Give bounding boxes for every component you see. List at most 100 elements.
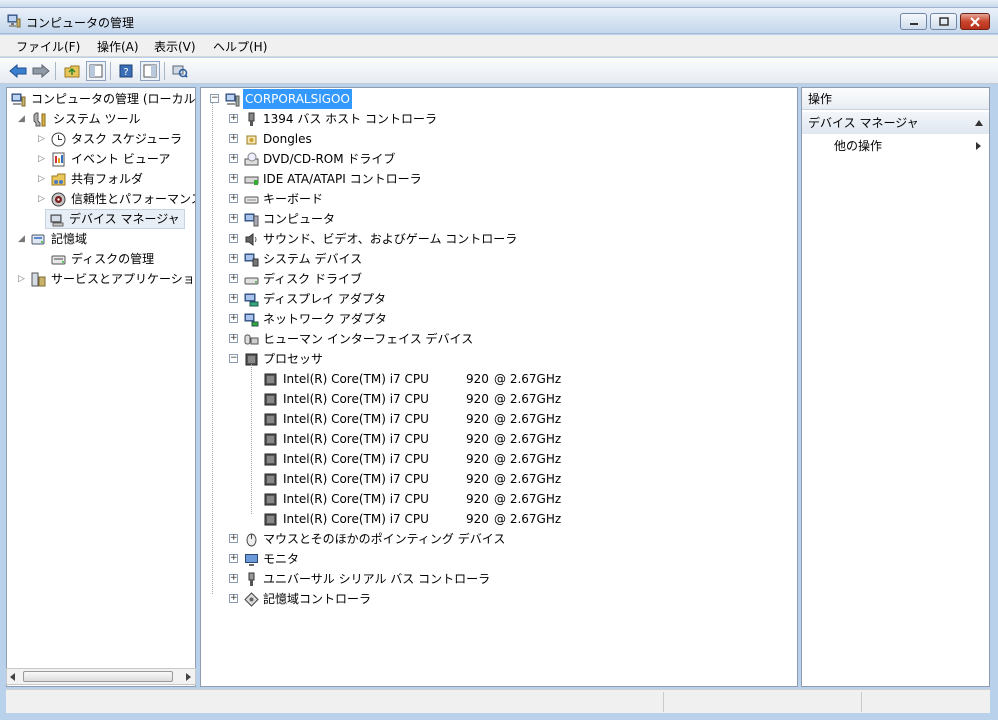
processor-speed: @ 2.67GHz [494,432,562,446]
collapse-minus-icon[interactable]: − [229,354,238,363]
expand-plus-icon[interactable]: + [229,154,238,163]
menu-view[interactable]: 表示(V) [154,38,196,55]
processor-icon [264,393,277,406]
show-hide-tree-button[interactable] [86,61,106,81]
expand-plus-icon[interactable]: + [229,574,238,583]
expand-plus-icon[interactable]: + [229,194,238,203]
expand-plus-icon[interactable]: + [229,134,238,143]
processor-item[interactable]: Intel(R) Core(TM) i7 CPU 920 @ 2.67GHz [203,409,763,429]
processor-item[interactable]: Intel(R) Core(TM) i7 CPU 920 @ 2.67GHz [203,429,763,449]
display-adapter-icon [244,293,259,307]
collapse-up-icon[interactable] [975,120,983,126]
speaker-icon [245,233,257,246]
tree-root-label: コンピュータの管理 (ローカル [31,92,196,106]
device-category-label: マウスとそのほかのポインティング デバイス [263,532,506,546]
scroll-left-icon[interactable] [10,673,16,681]
processor-item[interactable]: Intel(R) Core(TM) i7 CPU 920 @ 2.67GHz [203,509,763,529]
device-category-label: DVD/CD-ROM ドライブ [263,152,396,166]
scan-hardware-button[interactable] [170,61,190,81]
menu-action[interactable]: 操作(A) [97,38,139,55]
processor-name: Intel(R) Core(TM) i7 CPU [283,472,429,486]
collapse-arrow-icon[interactable]: ◢ [18,229,28,249]
system-device-icon [244,253,259,267]
network-adapter-icon [244,313,259,327]
expand-arrow-icon[interactable]: ▷ [38,129,48,149]
maximize-icon [938,17,949,26]
expand-arrow-icon[interactable]: ▷ [18,269,28,289]
device-category-label: コンピュータ [263,212,336,226]
device-category-label: サウンド、ビデオ、およびゲーム コントローラ [263,232,518,246]
expand-plus-icon[interactable]: + [229,554,238,563]
expand-plus-icon[interactable]: + [229,274,238,283]
minimize-icon [909,22,918,25]
shared-folder-icon [51,173,66,186]
clock-icon [51,132,66,147]
tree-guide-line [251,364,252,514]
processor-name: Intel(R) Core(TM) i7 CPU [283,412,429,426]
device-tree-pane[interactable]: − CORPORALSIGOO +1394 バス ホスト コントローラ + Dongle… [200,87,798,687]
actions-more-actions[interactable]: 他の操作 [834,136,882,156]
menu-help[interactable]: ヘルプ(H) [213,38,267,55]
up-folder-icon [64,65,80,78]
expand-plus-icon[interactable]: + [229,254,238,263]
tree-item-label: ディスクの管理 [71,252,155,266]
expand-plus-icon[interactable]: + [229,114,238,123]
expand-plus-icon[interactable]: + [229,174,238,183]
submenu-arrow-icon[interactable] [976,142,981,150]
processor-name: Intel(R) Core(TM) i7 CPU [283,512,429,526]
processor-model: 920 [466,432,489,446]
title-bar[interactable]: コンピュータの管理 [0,8,998,34]
expand-arrow-icon[interactable]: ▷ [38,149,48,169]
expand-plus-icon[interactable]: + [229,234,238,243]
tree-root-computer-management[interactable]: コンピュータの管理 (ローカル [9,89,195,109]
more-actions-label: 他の操作 [834,139,883,153]
expand-plus-icon[interactable]: + [229,334,238,343]
expand-plus-icon[interactable]: + [229,314,238,323]
collapse-arrow-icon[interactable]: ◢ [18,109,28,129]
scroll-thumb[interactable] [23,671,173,682]
processor-item[interactable]: Intel(R) Core(TM) i7 CPU 920 @ 2.67GHz [203,389,763,409]
help-button[interactable]: ? [116,61,136,81]
processor-speed: @ 2.67GHz [494,392,562,406]
actions-section-label: デバイス マネージャ [808,116,919,130]
actions-section-device-manager[interactable]: デバイス マネージャ [802,112,989,134]
menu-file[interactable]: ファイル(F) [16,38,80,55]
processor-item[interactable]: Intel(R) Core(TM) i7 CPU 920 @ 2.67GHz [203,489,763,509]
minimize-button[interactable] [900,13,927,30]
scroll-right-icon[interactable] [185,673,191,681]
processor-item[interactable]: Intel(R) Core(TM) i7 CPU 920 @ 2.67GHz [203,369,763,389]
console-tree-pane[interactable]: コンピュータの管理 (ローカル ◢ システム ツール ▷ タスク スケジューラ … [6,87,196,687]
expand-plus-icon[interactable]: + [229,534,238,543]
hid-icon [244,334,259,345]
device-root-label: CORPORALSIGOO [243,89,352,109]
processor-name: Intel(R) Core(TM) i7 CPU [283,432,429,446]
tree-horizontal-scrollbar[interactable] [6,668,196,685]
processor-model: 920 [466,392,489,406]
storage-icon [31,234,45,245]
show-hide-action-pane-button[interactable] [140,61,160,81]
close-button[interactable] [960,13,990,30]
back-button[interactable] [8,61,28,81]
expand-plus-icon[interactable]: + [229,594,238,603]
tree-item-device-manager[interactable]: デバイス マネージャ [45,209,185,229]
expand-plus-icon[interactable]: + [229,214,238,223]
forward-button[interactable] [31,61,51,81]
maximize-button[interactable] [930,13,957,30]
tree-item-label: 記憶域 [51,232,88,246]
processor-model: 920 [466,472,489,486]
processor-item[interactable]: Intel(R) Core(TM) i7 CPU 920 @ 2.67GHz [203,469,763,489]
dongle-icon [246,135,257,145]
collapse-minus-icon[interactable]: − [210,94,219,103]
processor-speed: @ 2.67GHz [494,412,562,426]
expand-arrow-icon[interactable]: ▷ [38,169,48,189]
processor-item[interactable]: Intel(R) Core(TM) i7 CPU 920 @ 2.67GHz [203,449,763,469]
device-category-label: システム デバイス [263,252,363,266]
expand-plus-icon[interactable]: + [229,294,238,303]
status-bar [6,689,990,713]
processor-speed: @ 2.67GHz [494,372,562,386]
storage-controller-icon [244,592,259,607]
expand-arrow-icon[interactable]: ▷ [38,189,48,209]
up-one-level-button[interactable] [62,61,82,81]
processor-name: Intel(R) Core(TM) i7 CPU [283,492,429,506]
monitor-icon [245,554,258,566]
